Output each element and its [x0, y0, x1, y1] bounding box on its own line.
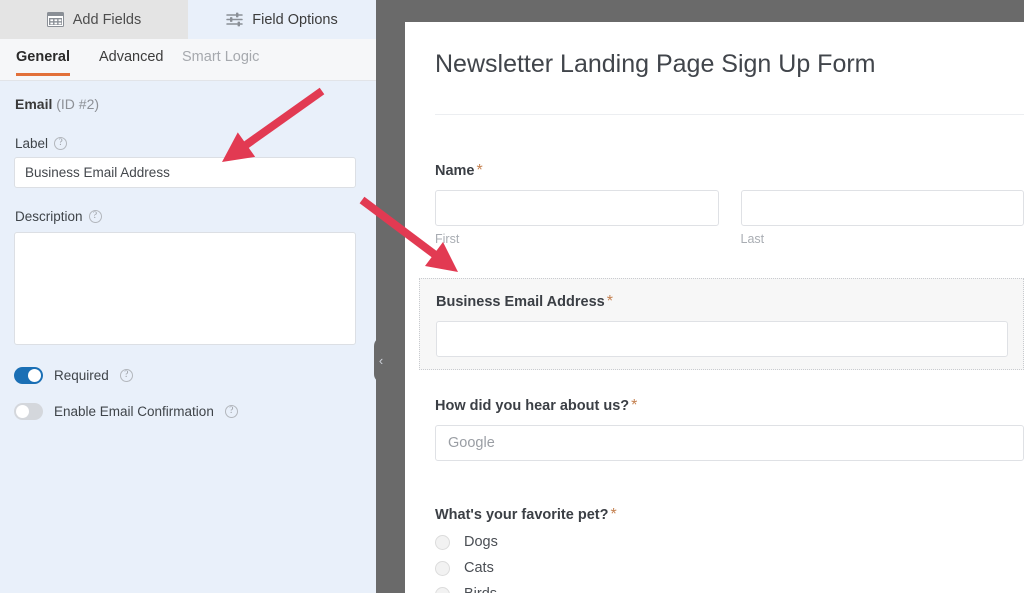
grid-icon	[46, 12, 64, 27]
description-textarea[interactable]	[14, 232, 356, 345]
help-icon-required[interactable]: ?	[119, 369, 133, 382]
name-required-mark: *	[476, 162, 483, 179]
sub-tab-smart-logic[interactable]: Smart Logic	[182, 49, 259, 75]
name-columns: First Last	[435, 190, 1024, 246]
name-label: Name *	[435, 162, 1024, 180]
field-type-heading: Email (ID #2)	[15, 96, 99, 112]
field-id: (ID #2)	[56, 96, 100, 112]
tab-field-options-label: Field Options	[252, 11, 338, 28]
tab-add-fields-label: Add Fields	[72, 11, 142, 28]
radio-icon-cats[interactable]	[435, 560, 450, 576]
preview-field-name[interactable]: Name * First Last	[435, 162, 1024, 246]
help-icon-email-confirmation[interactable]: ?	[224, 405, 238, 418]
label-input[interactable]	[14, 157, 356, 188]
radio-icon-birds[interactable]	[435, 586, 450, 593]
field-options-panel: Add Fields Field Options General Advance…	[0, 0, 376, 593]
name-last-col: Last	[740, 190, 1024, 246]
pet-choice-label: Birds	[464, 586, 497, 593]
required-toggle[interactable]	[14, 367, 43, 384]
source-label-text: How did you hear about us?	[435, 398, 630, 414]
pet-choice-row[interactable]: Cats	[435, 560, 835, 576]
name-label-text: Name	[435, 163, 475, 179]
first-name-input[interactable]	[435, 190, 719, 226]
sub-tab-general[interactable]: General	[16, 49, 70, 76]
pet-required-mark: *	[610, 506, 617, 523]
collapse-panel-button[interactable]: ‹	[374, 337, 390, 383]
preview-top-bar	[376, 0, 1024, 22]
first-name-sublabel: First	[435, 232, 460, 246]
field-options-sub-tabs: General Advanced Smart Logic	[0, 39, 376, 81]
last-name-sublabel: Last	[740, 232, 765, 246]
form-preview: Newsletter Landing Page Sign Up Form Nam…	[405, 22, 1024, 593]
name-first-col: First	[435, 190, 719, 246]
pet-choice-row[interactable]: Dogs	[435, 534, 835, 550]
preview-field-source[interactable]: How did you hear about us? * Google	[435, 397, 1024, 461]
required-toggle-label: Required	[54, 368, 109, 383]
email-label-text: Business Email Address	[436, 294, 605, 310]
help-icon-description[interactable]: ?	[88, 210, 102, 223]
builder-tab-bar: Add Fields Field Options	[0, 0, 376, 39]
last-name-input[interactable]	[740, 190, 1024, 226]
source-select[interactable]: Google	[435, 425, 1024, 461]
source-label: How did you hear about us? *	[435, 397, 1024, 415]
chevron-left-icon: ‹	[378, 352, 384, 368]
title-divider	[435, 114, 1024, 115]
panel-divider	[376, 0, 405, 593]
page-title: Newsletter Landing Page Sign Up Form	[435, 50, 876, 78]
email-required-mark: *	[606, 293, 613, 310]
sliders-icon	[226, 12, 244, 27]
email-label: Business Email Address *	[436, 293, 1007, 311]
preview-field-email-selected[interactable]: Business Email Address *	[419, 278, 1024, 370]
description-field-heading-text: Description	[15, 209, 83, 224]
sub-tab-advanced[interactable]: Advanced	[99, 49, 164, 75]
email-input[interactable]	[436, 321, 1008, 357]
radio-icon-dogs[interactable]	[435, 534, 450, 550]
help-icon-label[interactable]: ?	[54, 137, 68, 150]
tab-add-fields[interactable]: Add Fields	[0, 0, 188, 39]
pet-choice-label: Cats	[464, 560, 494, 576]
pet-label: What's your favorite pet? *	[435, 506, 835, 524]
email-confirmation-toggle[interactable]	[14, 403, 43, 420]
field-type-name: Email	[15, 96, 53, 112]
description-field-heading: Description ?	[15, 209, 102, 224]
preview-field-pet[interactable]: What's your favorite pet?* Dogs Cats Bir…	[435, 506, 835, 593]
pet-label-text: What's your favorite pet?	[435, 507, 609, 523]
email-confirmation-toggle-row: Enable Email Confirmation ?	[14, 403, 238, 420]
pet-choice-row[interactable]: Birds	[435, 586, 835, 593]
label-field-heading-text: Label	[15, 136, 49, 151]
source-required-mark: *	[631, 397, 638, 414]
pet-choice-label: Dogs	[464, 534, 498, 550]
required-toggle-row: Required ?	[14, 367, 133, 384]
tab-field-options[interactable]: Field Options	[188, 0, 376, 39]
email-confirmation-label: Enable Email Confirmation	[54, 404, 214, 419]
label-field-heading: Label ?	[15, 136, 68, 151]
form-builder-screen: Add Fields Field Options General Advance…	[0, 0, 1024, 593]
